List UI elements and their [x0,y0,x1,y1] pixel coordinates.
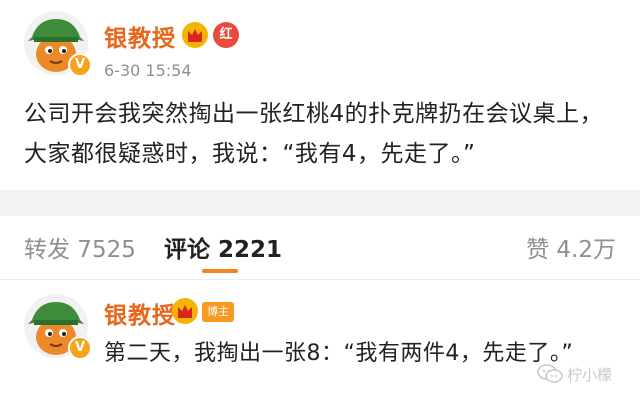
tab-repost[interactable]: 转发 7525 [24,230,136,264]
watermark-text: 柠小檬 [566,365,612,384]
post-username[interactable]: 银教授 [104,19,176,53]
comment-text: 第二天，我掏出一张8：“我有两件4，先走了。” [104,341,574,366]
active-tab-indicator [202,269,238,273]
comment-avatar[interactable]: V [24,294,92,360]
tab-like[interactable]: 赞 4.2万 [526,230,616,264]
avatar[interactable]: V [24,11,92,77]
tab-comment[interactable]: 评论 2221 [164,230,282,264]
wechat-icon [537,364,563,383]
section-divider [0,190,640,216]
watermark: 柠小檬 [537,363,612,385]
host-badge: 博主 [202,302,234,322]
interaction-tabs: 转发 7525 评论 2221 赞 4.2万 [0,216,640,280]
verified-v-icon: V [68,336,92,360]
crown-icon [182,22,208,48]
comment-username[interactable]: 银教授 [104,296,176,330]
red-badge: 红 [213,22,239,48]
post-timestamp: 6-30 15:54 [104,61,192,80]
post-text: 公司开会我突然掏出一张红桃4的扑克牌扔在会议桌上，大家都很疑惑时，我说：“我有4… [24,101,604,167]
verified-v-icon: V [68,53,92,77]
post-card: V 银教授 红 6-30 15:54 公司开会我突然掏出一张红桃4的扑克牌扔在会… [0,0,640,190]
crown-icon [172,298,198,324]
